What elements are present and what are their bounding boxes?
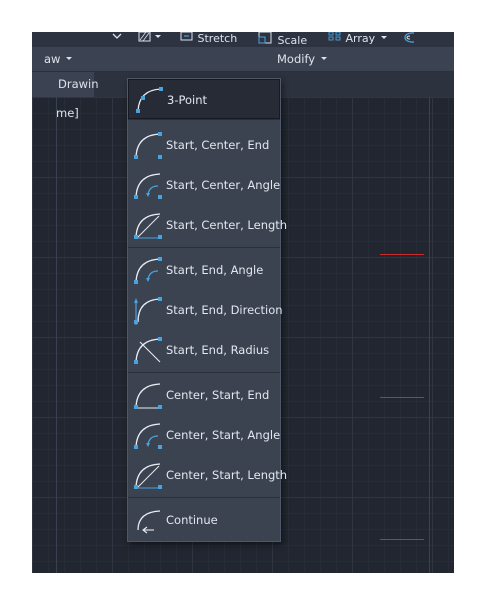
chevron-down-icon bbox=[380, 36, 387, 39]
tab-drawing[interactable]: Drawin bbox=[32, 72, 99, 97]
viewport-controls-label[interactable]: me] bbox=[56, 106, 79, 120]
draw-panel-title[interactable]: aw bbox=[44, 47, 74, 71]
menu-item-start-end-direction[interactable]: Start, End, Direction bbox=[128, 290, 283, 330]
arc-continue-icon bbox=[137, 510, 161, 534]
drawn-line-red[interactable] bbox=[380, 397, 424, 398]
menu-item-start-center-length[interactable]: Start, Center, Length bbox=[128, 205, 287, 245]
arc-3point-icon bbox=[136, 87, 163, 113]
arc-start-center-length-icon bbox=[134, 213, 162, 239]
menu-separator bbox=[128, 372, 280, 373]
menu-item-label: Continue bbox=[166, 513, 218, 527]
scale-button[interactable]: Scale bbox=[258, 32, 307, 47]
menu-item-label: 3-Point bbox=[167, 93, 208, 107]
menu-separator bbox=[128, 119, 280, 120]
menu-item-center-start-end[interactable]: Center, Start, End bbox=[128, 375, 280, 415]
autocad-window: Stretch Scale Array aw Modify Drawin me]… bbox=[32, 32, 454, 573]
viewport-border-right bbox=[429, 97, 430, 573]
menu-item-label: Start, Center, Angle bbox=[166, 178, 281, 192]
menu-item-label: Start, Center, Length bbox=[166, 218, 288, 232]
menu-item-start-center-angle[interactable]: Start, Center, Angle bbox=[128, 165, 280, 205]
ribbon-panel-bar: aw Modify bbox=[32, 47, 454, 71]
arc-dropdown-menu: 3-Point Start, Center, End Start, Center… bbox=[127, 78, 287, 542]
menu-item-label: Center, Start, Angle bbox=[166, 428, 281, 442]
ribbon-tools-row: Stretch Scale Array bbox=[32, 32, 454, 47]
arc-center-start-end-icon bbox=[134, 383, 162, 409]
arc-start-center-end-icon bbox=[134, 132, 162, 159]
arc-start-end-radius-icon bbox=[134, 337, 162, 364]
drawn-line-red[interactable] bbox=[380, 539, 424, 540]
menu-item-label: Center, Start, End bbox=[166, 388, 270, 402]
modify-panel-title[interactable]: Modify bbox=[277, 47, 329, 71]
menu-item-continue[interactable]: Continue bbox=[128, 500, 280, 540]
array-label: Array bbox=[345, 32, 376, 45]
menu-item-center-start-length[interactable]: Center, Start, Length bbox=[128, 455, 287, 495]
menu-item-label: Start, End, Radius bbox=[166, 343, 270, 357]
chevron-down-icon bbox=[66, 57, 73, 60]
drawn-line-red[interactable] bbox=[380, 254, 424, 255]
menu-separator bbox=[128, 497, 280, 498]
chevron-down-icon bbox=[320, 57, 327, 60]
stretch-label: Stretch bbox=[197, 32, 238, 45]
scale-icon bbox=[258, 32, 272, 44]
viewport-border-left bbox=[56, 97, 57, 573]
menu-item-start-end-radius[interactable]: Start, End, Radius bbox=[128, 330, 280, 370]
ribbon-arrow-icon[interactable] bbox=[110, 32, 124, 47]
arc-center-start-angle-icon bbox=[134, 423, 162, 449]
array-button[interactable]: Array bbox=[328, 32, 389, 47]
array-icon bbox=[328, 32, 341, 41]
menu-item-start-end-angle[interactable]: Start, End, Angle bbox=[128, 250, 280, 290]
draw-panel-label: aw bbox=[44, 52, 61, 66]
menu-item-start-center-end[interactable]: Start, Center, End bbox=[128, 125, 280, 165]
menu-item-label: Start, End, Direction bbox=[166, 303, 283, 317]
menu-item-center-start-angle[interactable]: Center, Start, Angle bbox=[128, 415, 280, 455]
arc-start-center-angle-icon bbox=[134, 173, 162, 199]
arc-center-start-length-icon bbox=[134, 463, 162, 489]
menu-item-label: Start, Center, End bbox=[166, 138, 270, 152]
stretch-button[interactable]: Stretch bbox=[180, 32, 237, 47]
menu-item-label: Start, End, Angle bbox=[166, 263, 264, 277]
arc-start-end-direction-icon bbox=[134, 297, 162, 325]
stretch-icon bbox=[180, 32, 193, 41]
scale-label: Scale bbox=[277, 34, 308, 47]
menu-separator bbox=[128, 247, 280, 248]
tab-drawing-label: Drawin bbox=[58, 77, 99, 91]
arc-start-end-angle-icon bbox=[134, 257, 162, 284]
modify-panel-label: Modify bbox=[277, 52, 316, 66]
mirror-icon[interactable] bbox=[398, 32, 416, 47]
hatch-button[interactable] bbox=[138, 32, 164, 47]
menu-item-3-point[interactable]: 3-Point bbox=[128, 79, 280, 119]
menu-item-label: Center, Start, Length bbox=[166, 468, 288, 482]
